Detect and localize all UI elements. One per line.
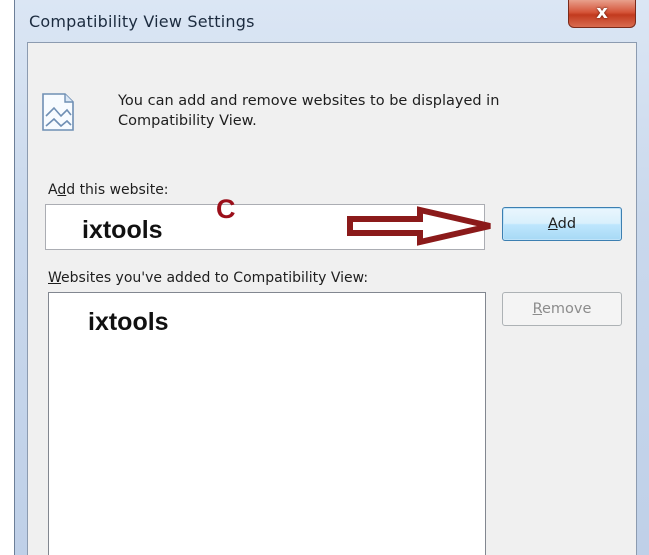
annotation-letter: C <box>216 194 236 224</box>
title-bar[interactable]: Compatibility View Settings x <box>15 0 649 40</box>
info-line-2: Compatibility View. <box>118 113 257 129</box>
add-website-input-value: ixtools <box>82 216 163 244</box>
list-item[interactable]: ixtools <box>88 308 169 337</box>
info-line-1: You can add and remove websites to be di… <box>118 93 500 109</box>
add-button[interactable]: Add <box>502 207 622 241</box>
close-button[interactable]: x <box>568 0 636 28</box>
compatibility-page-icon <box>42 93 74 131</box>
add-website-label: Add this website: <box>48 182 169 198</box>
window-title: Compatibility View Settings <box>29 12 255 31</box>
remove-button[interactable]: Remove <box>502 292 622 326</box>
close-icon: x <box>596 2 608 23</box>
websites-list-label: Websites you've added to Compatibility V… <box>48 270 369 286</box>
info-message: You can add and remove websites to be di… <box>118 91 499 131</box>
annotation-arrow-icon <box>347 206 491 246</box>
